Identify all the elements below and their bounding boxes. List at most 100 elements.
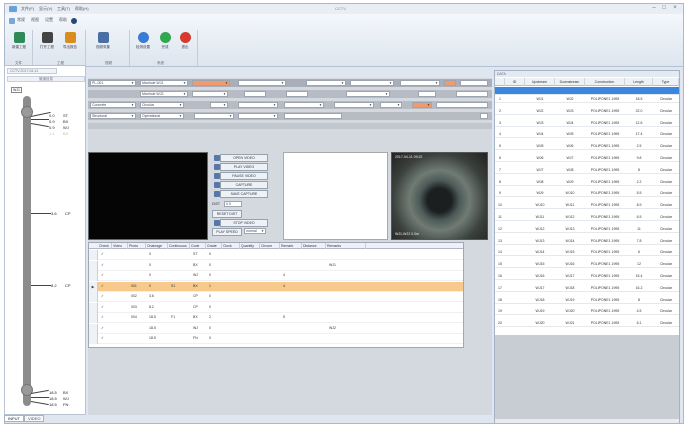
pipe-row[interactable]: 5 WJ5 WJ6 POLIPONE1 1995 2.5 Circular xyxy=(495,142,679,151)
new-project-button[interactable]: 新建工程 xyxy=(9,32,29,56)
pipe-row[interactable]: 4 WJ4 WJ5 POLIPONE1 1995 17.4 Circular xyxy=(495,130,679,139)
observation-marker[interactable]: 18.5 FN xyxy=(49,402,68,407)
ribbon-tab-view[interactable]: 视图 xyxy=(31,17,39,23)
pause-video-button[interactable]: PAUSE VIDEO xyxy=(214,172,268,180)
end-manhole-field[interactable]: Manhole WJ2 ▾ xyxy=(140,91,188,97)
row-header[interactable] xyxy=(89,323,98,334)
tab-video[interactable]: VIDEO xyxy=(24,415,45,422)
pipe-col-upstream[interactable]: Upstream xyxy=(525,78,555,86)
observation-marker[interactable]: 0.9 BX xyxy=(49,119,68,124)
grid-col-photo[interactable]: Photo xyxy=(128,243,146,249)
pipe-row[interactable]: 9 WJ9 WJ10 POLIPONE1 1995 5.5 Circular xyxy=(495,189,679,198)
form-field[interactable]: ▾ xyxy=(192,91,228,97)
pipe-row[interactable]: 6 WJ6 WJ7 POLIPONE1 1995 9.8 Circular xyxy=(495,154,679,162)
row-header[interactable] xyxy=(89,334,98,344)
distance-input[interactable]: 0.0 xyxy=(224,201,242,207)
form-field[interactable]: ▾ xyxy=(380,102,402,108)
finish-button[interactable]: 完成 xyxy=(155,32,175,56)
pipe-id-field[interactable]: PL-001 ▾ xyxy=(90,80,136,86)
form-field[interactable] xyxy=(286,91,308,97)
observation-marker[interactable]: 3.6 CP xyxy=(51,211,71,216)
pipe-row[interactable]: 1 WJ1 WJ2 POLIPONE1 1995 18.5 Circular xyxy=(495,95,679,103)
home-icon[interactable] xyxy=(9,18,15,24)
tab-input[interactable]: INPUT xyxy=(4,415,24,422)
export-button[interactable]: 导出报告 xyxy=(60,32,80,56)
row-header[interactable] xyxy=(89,260,98,271)
observation-marker[interactable]: 0.9 WJ xyxy=(49,125,69,130)
grid-col-check[interactable]: Check xyxy=(98,243,112,249)
form-field[interactable]: ▾ xyxy=(346,91,390,97)
observation-marker[interactable]: 0.0 ST xyxy=(49,113,68,118)
start-manhole-field[interactable]: Manhole WJ1 ▾ xyxy=(140,80,188,86)
pipe-row[interactable]: 17 WJ17 WJ18 POLIPONE1 1995 16.2 Circular xyxy=(495,284,679,292)
observation-marker[interactable]: 18.5 BX xyxy=(49,390,68,395)
required-field[interactable] xyxy=(444,80,456,86)
live-video-pane[interactable] xyxy=(88,152,208,240)
table-cell-check[interactable]: ✓ xyxy=(101,294,104,298)
form-field[interactable]: ▾ xyxy=(284,102,324,108)
pipe-row[interactable]: 18 WJ18 WJ19 POLIPONE1 1995 8 Circular xyxy=(495,296,679,304)
table-cell-check[interactable]: ✓ xyxy=(101,305,104,309)
pipe-row[interactable]: 19 WJ19 WJ20 POLIPONE1 1995 4.5 Circular xyxy=(495,307,679,316)
pipe-row[interactable]: 16 WJ16 WJ17 POLIPONE1 1995 15.4 Circular xyxy=(495,272,679,280)
table-row[interactable]: ✓ 003 8.2 CP 0 xyxy=(89,302,463,313)
pipe-video-frame[interactable]: 2017-04-11 09:22 WJ1-WJ2 0.0m xyxy=(391,152,488,240)
material-field[interactable]: Concrete ▾ xyxy=(90,102,136,108)
table-row[interactable]: ✓ 004 18.5 F1 BX 2 5 xyxy=(89,313,463,323)
inspection-settings-button[interactable]: 检测设置 xyxy=(133,32,153,56)
grid-col-grade[interactable]: Grade xyxy=(206,243,222,249)
pipe-row[interactable]: 20 WJ20 WJ21 POLIPONE1 1995 6.1 Circular xyxy=(495,319,679,328)
pipe-row-selected[interactable] xyxy=(495,87,679,95)
table-cell-check[interactable]: ✓ xyxy=(101,263,104,267)
row-header[interactable] xyxy=(89,292,98,302)
form-field[interactable] xyxy=(456,91,488,97)
form-field[interactable]: ▾ xyxy=(238,80,286,86)
observation-marker[interactable]: 8.2 CP xyxy=(51,283,71,288)
form-field[interactable]: ▾ xyxy=(350,80,394,86)
pipe-col-id[interactable]: ID xyxy=(505,78,525,86)
ribbon-tab-general[interactable]: 常规 xyxy=(17,17,25,23)
pipe-col-construction[interactable]: Construction xyxy=(585,78,625,86)
observation-marker[interactable]: 18.5 WJ xyxy=(49,396,69,401)
close-button[interactable]: × xyxy=(670,5,680,12)
form-field[interactable]: ▾ xyxy=(400,80,440,86)
row-header[interactable] xyxy=(89,250,98,260)
open-video-button[interactable]: OPEN VIDEO xyxy=(214,154,268,162)
required-field[interactable]: ▾ xyxy=(412,102,432,108)
grid-col-remarks[interactable]: Remarks xyxy=(326,243,366,249)
pipe-row[interactable]: 11 WJ11 WJ12 POLIPONE1 1995 6.5 Circular xyxy=(495,213,679,221)
inspection-type-field[interactable]: Structural ▾ xyxy=(90,113,136,119)
row-header[interactable]: ▶ xyxy=(89,281,98,292)
play-video-button[interactable]: PLAY VIDEO xyxy=(214,163,268,171)
table-row[interactable]: ✓ 0 ST 0 xyxy=(89,250,463,260)
form-field[interactable]: ▾ xyxy=(238,102,278,108)
pipe-row[interactable]: 15 WJ15 WJ16 POLIPONE1 1995 12 Circular xyxy=(495,260,679,269)
play-speed-button[interactable]: PLAY SPEED xyxy=(212,228,242,236)
capture-button[interactable]: CAPTURE xyxy=(214,181,268,189)
form-field[interactable]: ▾ xyxy=(238,113,278,119)
table-row[interactable]: ✓ 0 WJ 0 4 xyxy=(89,271,463,281)
form-field[interactable] xyxy=(460,80,488,86)
observation-marker[interactable]: 1.1 BX xyxy=(49,131,68,136)
grid-col-circum[interactable]: Circum xyxy=(260,243,280,249)
table-cell-check[interactable]: ✓ xyxy=(101,326,104,330)
manhole-end-node[interactable] xyxy=(21,384,33,396)
table-cell-check[interactable]: ✓ xyxy=(101,336,104,340)
pipe-col-length[interactable]: Length xyxy=(625,78,653,86)
form-field[interactable]: ▾ xyxy=(210,102,228,108)
pipe-row[interactable]: 14 WJ14 WJ15 POLIPONE1 1995 6 Circular xyxy=(495,248,679,257)
row-header[interactable] xyxy=(89,271,98,281)
video-capture-button[interactable]: 视频采集 xyxy=(93,32,113,56)
pipe-row[interactable]: 10 WJ10 WJ11 POLIPONE1 1995 8.9 Circular xyxy=(495,201,679,210)
capture-preview-pane[interactable] xyxy=(283,152,388,240)
menu-file[interactable]: 文件(F) xyxy=(21,6,34,12)
grid-col-code[interactable]: Code xyxy=(190,243,206,249)
purpose-field[interactable]: Operational ▾ xyxy=(140,113,184,119)
grid-col-chainage[interactable]: Chainage xyxy=(146,243,168,249)
grid-col-clock[interactable]: Clock xyxy=(222,243,240,249)
grid-col-remark[interactable]: Remark xyxy=(280,243,302,249)
required-field[interactable]: ▾ xyxy=(192,80,230,86)
form-field[interactable]: ▾ xyxy=(194,113,234,119)
reset-distance-button[interactable]: RESET DIST xyxy=(212,210,242,218)
menu-tools[interactable]: 工具(T) xyxy=(57,6,70,12)
